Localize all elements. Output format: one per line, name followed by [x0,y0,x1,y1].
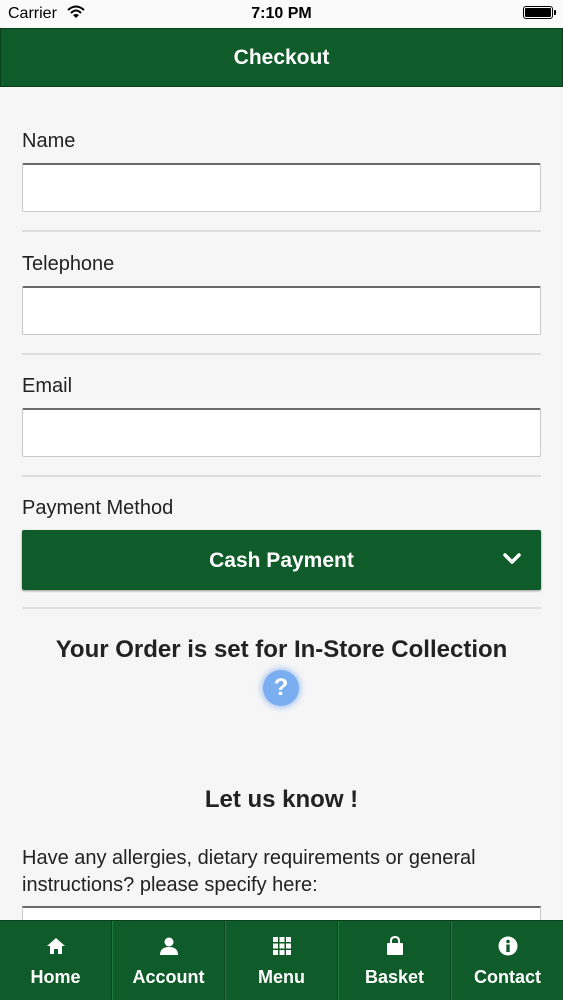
email-field[interactable] [22,408,541,457]
tab-account[interactable]: Account [112,921,225,1000]
payment-method-select[interactable]: Cash Payment [22,530,541,590]
grid-icon [226,936,337,958]
status-bar: Carrier 7:10 PM [0,0,563,28]
tab-home[interactable]: Home [0,921,112,1000]
home-icon [0,936,111,958]
battery-icon [523,6,556,19]
notes-prompt: Have any allergies, dietary requirements… [22,847,476,896]
bag-icon [339,936,450,958]
email-label: Email [22,375,73,397]
payment-method-value: Cash Payment [209,549,354,572]
telephone-label: Telephone [22,253,115,275]
name-label: Name [22,130,76,152]
telephone-field[interactable] [22,286,541,335]
tab-label: Account [132,967,205,987]
divider [22,230,541,232]
page-title: Checkout [233,46,330,69]
tab-menu[interactable]: Menu [225,921,338,1000]
tab-bar: Home Account Menu Basket Contact [0,920,563,1000]
tab-label: Basket [364,967,425,987]
tab-contact[interactable]: Contact [451,921,563,1000]
tab-label: Menu [258,967,305,987]
chevron-down-icon [503,552,521,571]
info-icon [452,936,563,958]
tab-label: Contact [474,967,541,987]
divider [22,607,541,609]
notes-heading: Let us know ! [204,786,359,813]
status-time: 7:10 PM [251,5,312,22]
tab-basket[interactable]: Basket [338,921,451,1000]
divider [22,475,541,477]
tab-label: Home [30,967,81,987]
payment-method-label: Payment Method [22,497,174,519]
name-field[interactable] [22,163,541,212]
help-icon[interactable]: ? [263,670,299,706]
divider [22,353,541,355]
user-icon [113,936,224,958]
header-bar: Checkout [0,28,563,87]
collection-notice: Your Order is set for In-Store Collectio… [55,636,508,663]
